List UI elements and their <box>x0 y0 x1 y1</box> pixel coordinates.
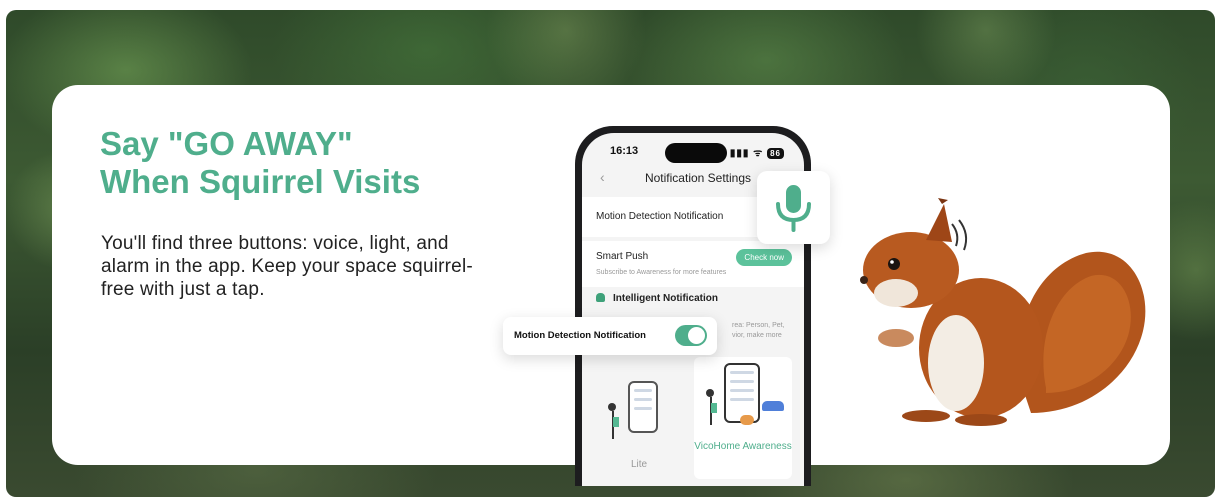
bell-icon <box>596 293 605 302</box>
intelligent-notification-title: Intelligent Notification <box>596 293 718 304</box>
plan-vicohome-awareness[interactable]: VicoHome Awareness <box>694 357 792 479</box>
toggle-switch-icon[interactable] <box>675 325 707 346</box>
status-time: 16:13 <box>610 145 639 157</box>
toggle-knob <box>688 327 705 344</box>
car-illustration <box>762 401 784 411</box>
smart-push-label: Smart Push <box>596 251 649 262</box>
dog-illustration <box>740 415 754 425</box>
section-title-text: Intelligent Notification <box>613 293 718 304</box>
signal-wifi-icon: ▮▮▮ ᯤ 86 <box>730 145 784 159</box>
check-now-button[interactable]: Check now <box>736 249 792 266</box>
status-icons-text: ▮▮▮ ᯤ <box>729 148 764 159</box>
mini-phone-illustration <box>628 381 658 433</box>
squirrel-image <box>860 198 1146 426</box>
status-bar: 16:13 ▮▮▮ ᯤ 86 <box>582 143 804 163</box>
plan-vicohome-label: VicoHome Awareness <box>694 441 792 452</box>
plan-lite-label: Lite <box>630 459 648 470</box>
smart-push-subtitle: Subscribe to Awareness for more features <box>596 269 727 276</box>
plan-lite[interactable]: Lite <box>590 369 688 479</box>
motion-detection-toggle-card: Motion Detection Notification <box>503 317 717 355</box>
section-description: rea: Person, Pet, vior, make more <box>732 322 785 339</box>
headline: Say "GO AWAY" When Squirrel Visits <box>100 125 500 201</box>
dynamic-island <box>665 143 727 163</box>
smart-push-row: Smart Push Subscribe to Awareness for mo… <box>582 241 804 287</box>
headline-line2: When Squirrel Visits <box>100 163 421 200</box>
battery-icon: 86 <box>767 147 784 159</box>
voice-button-card[interactable] <box>757 171 830 244</box>
microphone-icon <box>776 185 811 232</box>
mini-phone-illustration <box>724 363 760 423</box>
headline-line1: Say "GO AWAY" <box>100 125 353 162</box>
motion-detection-label: Motion Detection Notification <box>596 211 724 222</box>
person-illustration <box>608 403 622 439</box>
body-text: You'll find three buttons: voice, light,… <box>101 233 473 300</box>
person-illustration <box>706 389 720 425</box>
toggle-card-label: Motion Detection Notification <box>514 330 646 341</box>
